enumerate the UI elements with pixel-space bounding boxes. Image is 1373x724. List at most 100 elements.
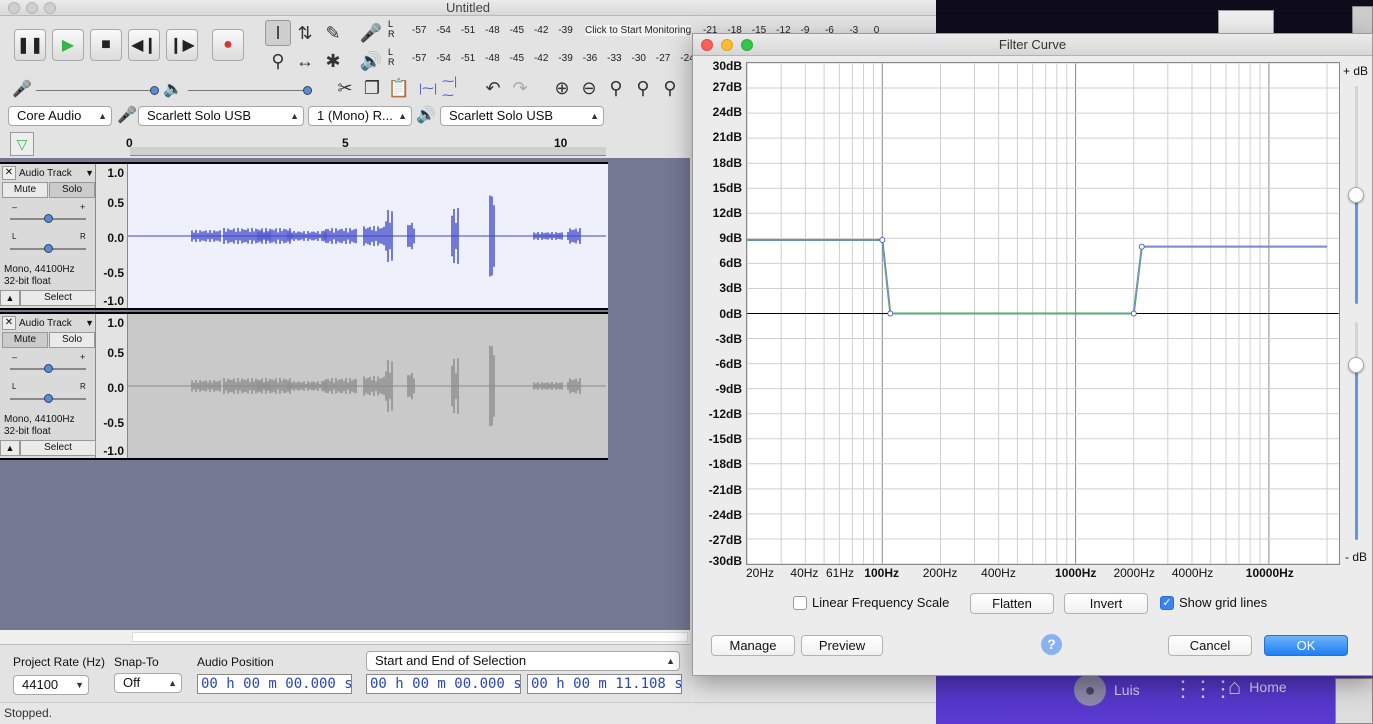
snap-to-select[interactable]: Off ▲	[114, 673, 182, 693]
collapse-track-icon[interactable]: ▲	[0, 290, 20, 306]
track-name-row[interactable]: ✕ Audio Track ▼	[2, 166, 94, 180]
zoom-out-button[interactable]: ⊖	[576, 75, 602, 101]
record-meter-scale[interactable]: -57 -54 -51 -48 -45 -42 -39	[412, 25, 583, 39]
eq-curve-graph[interactable]	[746, 62, 1340, 565]
eq-control-point[interactable]	[887, 310, 894, 317]
close-dialog-button[interactable]	[701, 39, 713, 51]
audio-track-1[interactable]: ✕ Audio Track ▼ Mute Solo – + L R Mono, …	[0, 162, 608, 310]
undo-button[interactable]: ↶	[480, 75, 506, 101]
track-amplitude-scale[interactable]: 1.0 0.5 0.0 -0.5 -1.0	[96, 314, 128, 458]
silence-button[interactable]: ⁓|⁓	[442, 74, 468, 102]
mute-button[interactable]: Mute	[2, 182, 48, 198]
min-db-slider-knob[interactable]	[1348, 357, 1364, 373]
track-name[interactable]: Audio Track	[19, 168, 72, 179]
fit-project-button[interactable]: ⚲	[630, 75, 656, 101]
multi-tool[interactable]: ✱	[320, 48, 346, 74]
minimize-window-button[interactable]	[26, 2, 38, 14]
audio-track-2[interactable]: ✕ Audio Track ▼ Mute Solo – + L R Mono, …	[0, 312, 608, 460]
zoom-dialog-button[interactable]	[741, 39, 753, 51]
selection-mode-select[interactable]: Start and End of Selection ▲	[366, 651, 680, 671]
redo-button[interactable]: ↷	[507, 75, 533, 101]
zoom-in-button[interactable]: ⊕	[549, 75, 575, 101]
recording-volume-knob[interactable]	[150, 86, 159, 95]
close-track-icon[interactable]: ✕	[2, 166, 16, 180]
preview-button[interactable]: Preview	[801, 635, 883, 656]
draw-tool[interactable]: ✎	[320, 20, 346, 46]
eq-control-point[interactable]	[1138, 243, 1145, 250]
select-track-button[interactable]: Select	[20, 290, 96, 306]
invert-button[interactable]: Invert	[1064, 593, 1148, 614]
track-amplitude-scale[interactable]: 1.0 0.5 0.0 -0.5 -1.0	[96, 164, 128, 308]
mute-button[interactable]: Mute	[2, 332, 48, 348]
pan-slider-knob[interactable]	[44, 394, 53, 403]
cut-button[interactable]: ✂	[332, 75, 358, 101]
record-button[interactable]: ●	[212, 29, 244, 61]
recording-volume-slider[interactable]	[36, 90, 156, 91]
linear-scale-checkbox[interactable]: Linear Frequency Scale	[793, 595, 949, 610]
close-track-icon[interactable]: ✕	[2, 316, 16, 330]
minimize-dialog-button[interactable]	[721, 39, 733, 51]
track-menu-chevron-icon[interactable]: ▼	[85, 318, 94, 328]
solo-button[interactable]: Solo	[49, 332, 95, 348]
select-track-button[interactable]: Select	[20, 440, 96, 456]
project-rate-select[interactable]: 44100 ▼	[13, 675, 89, 695]
paste-button[interactable]: 📋	[386, 75, 412, 101]
manage-button[interactable]: Manage	[711, 635, 795, 656]
pause-button[interactable]: ❚❚	[14, 29, 46, 61]
trim-button[interactable]: |⁓|	[415, 75, 441, 101]
audio-position-field[interactable]: 00 h 00 m 00.000 s	[197, 674, 352, 694]
recording-channels-select[interactable]: 1 (Mono) R... ▲	[308, 106, 412, 126]
gain-slider-knob[interactable]	[44, 364, 53, 373]
zoom-toggle-button[interactable]: ⚲	[657, 75, 683, 101]
max-db-slider-knob[interactable]	[1348, 187, 1364, 203]
recording-device-select[interactable]: Scarlett Solo USB ▲	[138, 106, 304, 126]
checkmark-icon[interactable]: ✓	[1160, 595, 1174, 610]
ok-button[interactable]: OK	[1264, 635, 1348, 656]
apps-grid-icon[interactable]: ⋮⋮⋮	[1172, 676, 1234, 702]
desktop-user[interactable]: ● Luis	[1074, 674, 1140, 706]
start-monitoring-label[interactable]: Click to Start Monitoring	[585, 25, 692, 36]
fit-selection-button[interactable]: ⚲	[603, 75, 629, 101]
record-meter-button[interactable]: 🎤	[358, 20, 384, 46]
playback-volume-knob[interactable]	[303, 86, 312, 95]
waveform-track-2[interactable]	[128, 314, 608, 458]
close-window-button[interactable]	[8, 2, 20, 14]
waveform-track-1[interactable]	[128, 164, 608, 308]
help-button[interactable]: ?	[1041, 634, 1062, 655]
time-shift-tool[interactable]: ↔	[292, 48, 318, 74]
pan-slider-knob[interactable]	[44, 244, 53, 253]
playback-volume-slider[interactable]	[188, 90, 308, 91]
stop-button[interactable]: ■	[90, 29, 122, 61]
desktop-home-link[interactable]: ⌂ Home	[1228, 674, 1287, 700]
playback-device-select[interactable]: Scarlett Solo USB ▲	[440, 106, 604, 126]
gain-slider-knob[interactable]	[44, 214, 53, 223]
timeline-ruler[interactable]: ▽ 0 5 10	[0, 128, 690, 158]
scrollbar-thumb[interactable]	[132, 632, 688, 642]
zoom-window-button[interactable]	[44, 2, 56, 14]
eq-control-point[interactable]	[879, 237, 886, 244]
track-name-row[interactable]: ✕ Audio Track ▼	[2, 316, 94, 330]
flatten-button[interactable]: Flatten	[970, 593, 1054, 614]
horizontal-scrollbar[interactable]	[0, 630, 690, 644]
show-grid-checkbox[interactable]: ✓ Show grid lines	[1160, 595, 1267, 610]
play-button[interactable]: ▶	[52, 29, 84, 61]
zoom-tool[interactable]: ⚲	[265, 48, 291, 74]
timeline-options-button[interactable]: ▽	[10, 132, 34, 156]
cancel-button[interactable]: Cancel	[1168, 635, 1252, 656]
skip-to-end-button[interactable]: ❙▶	[166, 29, 198, 61]
selection-end-field[interactable]: 00 h 00 m 11.108 s	[527, 674, 682, 694]
audio-host-select[interactable]: Core Audio ▲	[8, 106, 112, 126]
skip-to-start-button[interactable]: ◀❙	[128, 29, 160, 61]
track-menu-chevron-icon[interactable]: ▼	[85, 168, 94, 178]
linear-scale-box[interactable]	[793, 595, 807, 610]
copy-button[interactable]: ❐	[359, 75, 385, 101]
playback-meter-button[interactable]: 🔊	[358, 48, 384, 74]
solo-button[interactable]: Solo	[49, 182, 95, 198]
envelope-tool[interactable]: ⇅	[292, 20, 318, 46]
selection-start-field[interactable]: 00 h 00 m 00.000 s	[366, 674, 521, 694]
desktop-window-thumbnail-3[interactable]	[1335, 678, 1373, 724]
track-name[interactable]: Audio Track	[19, 318, 72, 329]
selection-tool[interactable]: I	[265, 20, 291, 46]
collapse-track-icon[interactable]: ▲	[0, 440, 20, 456]
eq-control-point[interactable]	[1130, 310, 1137, 317]
